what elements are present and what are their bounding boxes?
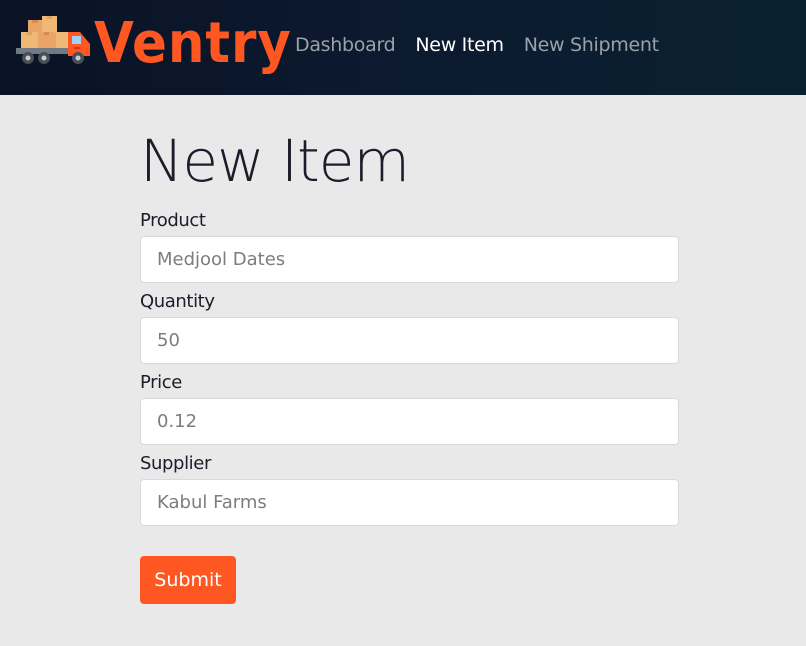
- supplier-input[interactable]: [140, 479, 679, 526]
- submit-button[interactable]: Submit: [140, 556, 236, 604]
- price-input[interactable]: [140, 398, 679, 445]
- quantity-input[interactable]: [140, 317, 679, 364]
- page-title: New Item: [140, 127, 410, 195]
- quantity-label: Quantity: [140, 291, 215, 312]
- truck-icon: [16, 16, 90, 64]
- nav-new-item[interactable]: New Item: [415, 34, 504, 56]
- nav-new-shipment[interactable]: New Shipment: [524, 34, 659, 56]
- product-input[interactable]: [140, 236, 679, 283]
- nav-links: Dashboard New Item New Shipment: [295, 34, 659, 56]
- price-label: Price: [140, 372, 182, 393]
- nav-dashboard[interactable]: Dashboard: [295, 34, 396, 56]
- new-item-form: Product Quantity Price Supplier Submit: [140, 210, 680, 604]
- brand-name: Ventry: [94, 11, 292, 76]
- main-content: New Item Product Quantity Price Supplier…: [140, 120, 680, 604]
- product-label: Product: [140, 210, 206, 231]
- brand-logo-link[interactable]: Ventry: [14, 12, 309, 72]
- supplier-label: Supplier: [140, 453, 211, 474]
- navbar: Ventry Dashboard New Item New Shipment: [0, 0, 806, 95]
